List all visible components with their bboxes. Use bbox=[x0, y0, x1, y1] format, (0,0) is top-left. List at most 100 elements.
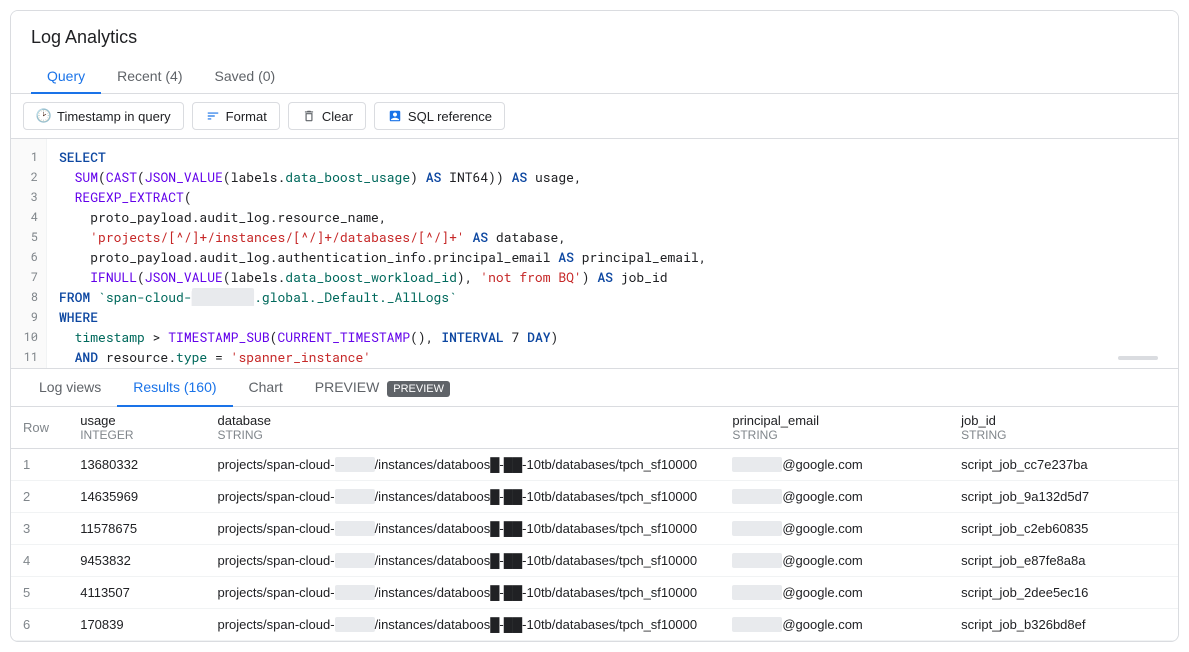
line-num-12: 12 bbox=[11, 367, 46, 369]
results-tbody: 113680332projects/span-cloud- /instances… bbox=[11, 449, 1178, 641]
cell-email: @google.com bbox=[720, 449, 949, 481]
app-title: Log Analytics bbox=[31, 27, 1158, 48]
code-line-5: 'projects/[^/]+/instances/[^/]+/database… bbox=[59, 227, 1166, 247]
code-line-4: proto_payload.audit_log.resource_name, bbox=[59, 207, 1166, 227]
code-line-2: SUM(CAST(JSON_VALUE(labels.data_boost_us… bbox=[59, 167, 1166, 187]
sql-reference-button-label: SQL reference bbox=[408, 109, 492, 124]
cell-database: projects/span-cloud- /instances/databoos… bbox=[206, 545, 721, 577]
app-header: Log Analytics Query Recent (4) Saved (0) bbox=[11, 11, 1178, 94]
cell-jobid: script_job_c2eb60835 bbox=[949, 513, 1178, 545]
query-lines: 1 2 3 4 5 6 7 8 9 10 11 12 13 SELECT SUM… bbox=[11, 139, 1178, 369]
line-num-2: 2 bbox=[11, 167, 46, 187]
results-tabs: Log views Results (160) Chart PREVIEW PR… bbox=[11, 369, 1178, 407]
tab-results[interactable]: Results (160) bbox=[117, 369, 232, 407]
results-section: Log views Results (160) Chart PREVIEW PR… bbox=[11, 369, 1178, 641]
query-editor[interactable]: 1 2 3 4 5 6 7 8 9 10 11 12 13 SELECT SUM… bbox=[11, 139, 1178, 369]
cell-row-num: 4 bbox=[11, 545, 68, 577]
preview-badge: PREVIEW bbox=[387, 381, 450, 397]
line-num-6: 6 bbox=[11, 247, 46, 267]
table-row: 49453832projects/span-cloud- /instances/… bbox=[11, 545, 1178, 577]
line-num-10: 10 bbox=[11, 327, 46, 347]
timestamp-button-label: Timestamp in query bbox=[57, 109, 171, 124]
cell-usage: 4113507 bbox=[68, 577, 205, 609]
clear-button[interactable]: Clear bbox=[288, 102, 366, 130]
cell-database: projects/span-cloud- /instances/databoos… bbox=[206, 449, 721, 481]
code-line-3: REGEXP_EXTRACT( bbox=[59, 187, 1166, 207]
line-num-5: 5 bbox=[11, 227, 46, 247]
format-button-label: Format bbox=[226, 109, 267, 124]
results-table: Row usageINTEGER databaseSTRING principa… bbox=[11, 407, 1178, 641]
trash-icon bbox=[301, 108, 317, 124]
col-header-jobid: job_idSTRING bbox=[949, 407, 1178, 449]
line-num-1: 1 bbox=[11, 147, 46, 167]
cell-email: @google.com bbox=[720, 513, 949, 545]
cell-database: projects/span-cloud- /instances/databoos… bbox=[206, 513, 721, 545]
main-tabs: Query Recent (4) Saved (0) bbox=[31, 60, 1158, 93]
table-row: 113680332projects/span-cloud- /instances… bbox=[11, 449, 1178, 481]
code-line-11: AND resource.type = 'spanner_instance' bbox=[59, 347, 1166, 367]
cell-usage: 11578675 bbox=[68, 513, 205, 545]
line-num-7: 7 bbox=[11, 267, 46, 287]
code-line-7: IFNULL(JSON_VALUE(labels.data_boost_work… bbox=[59, 267, 1166, 287]
cell-jobid: script_job_2dee5ec16 bbox=[949, 577, 1178, 609]
format-icon bbox=[205, 108, 221, 124]
code-line-9: WHERE bbox=[59, 307, 1166, 327]
cell-database: projects/span-cloud- /instances/databoos… bbox=[206, 577, 721, 609]
tab-query[interactable]: Query bbox=[31, 60, 101, 94]
tab-chart[interactable]: Chart bbox=[233, 369, 299, 407]
code-line-8: FROM `span-cloud-████████.global._Defaul… bbox=[59, 287, 1166, 307]
clock-icon: 🕑 bbox=[36, 108, 52, 124]
cell-email: @google.com bbox=[720, 609, 949, 641]
line-num-9: 9 bbox=[11, 307, 46, 327]
cell-email: @google.com bbox=[720, 481, 949, 513]
clear-button-label: Clear bbox=[322, 109, 353, 124]
timestamp-button[interactable]: 🕑 Timestamp in query bbox=[23, 102, 184, 130]
cell-email: @google.com bbox=[720, 577, 949, 609]
preview-label: PREVIEW bbox=[315, 379, 380, 395]
cell-row-num: 6 bbox=[11, 609, 68, 641]
code-line-12: AND JSON_VALUE(labels.data_boost_usage) … bbox=[59, 367, 1166, 369]
line-num-3: 3 bbox=[11, 187, 46, 207]
table-row: 54113507projects/span-cloud- /instances/… bbox=[11, 577, 1178, 609]
scrollbar bbox=[1118, 356, 1158, 360]
table-row: 6170839projects/span-cloud- /instances/d… bbox=[11, 609, 1178, 641]
cell-jobid: script_job_cc7e237ba bbox=[949, 449, 1178, 481]
cell-usage: 13680332 bbox=[68, 449, 205, 481]
cell-email: @google.com bbox=[720, 545, 949, 577]
line-num-8: 8 bbox=[11, 287, 46, 307]
tab-log-views[interactable]: Log views bbox=[23, 369, 117, 407]
code-line-6: proto_payload.audit_log.authentication_i… bbox=[59, 247, 1166, 267]
table-row: 311578675projects/span-cloud- /instances… bbox=[11, 513, 1178, 545]
cell-database: projects/span-cloud- /instances/databoos… bbox=[206, 609, 721, 641]
cell-row-num: 2 bbox=[11, 481, 68, 513]
cell-row-num: 3 bbox=[11, 513, 68, 545]
format-button[interactable]: Format bbox=[192, 102, 280, 130]
cell-jobid: script_job_9a132d5d7 bbox=[949, 481, 1178, 513]
sql-reference-button[interactable]: SQL reference bbox=[374, 102, 505, 130]
cell-row-num: 1 bbox=[11, 449, 68, 481]
line-numbers: 1 2 3 4 5 6 7 8 9 10 11 12 13 bbox=[11, 139, 47, 369]
tab-recent[interactable]: Recent (4) bbox=[101, 60, 198, 94]
col-header-usage: usageINTEGER bbox=[68, 407, 205, 449]
code-content: SELECT SUM(CAST(JSON_VALUE(labels.data_b… bbox=[47, 139, 1178, 369]
cell-row-num: 5 bbox=[11, 577, 68, 609]
cell-jobid: script_job_e87fe8a8a bbox=[949, 545, 1178, 577]
cell-usage: 9453832 bbox=[68, 545, 205, 577]
cell-jobid: script_job_b326bd8ef bbox=[949, 609, 1178, 641]
col-header-database: databaseSTRING bbox=[206, 407, 721, 449]
query-toolbar: 🕑 Timestamp in query Format Clear SQL re… bbox=[11, 94, 1178, 139]
code-line-1: SELECT bbox=[59, 147, 1166, 167]
tab-saved[interactable]: Saved (0) bbox=[198, 60, 291, 94]
cell-usage: 14635969 bbox=[68, 481, 205, 513]
table-row: 214635969projects/span-cloud- /instances… bbox=[11, 481, 1178, 513]
cell-usage: 170839 bbox=[68, 609, 205, 641]
tab-preview[interactable]: PREVIEW PREVIEW bbox=[299, 369, 466, 407]
results-table-wrapper: Row usageINTEGER databaseSTRING principa… bbox=[11, 407, 1178, 641]
app-container: Log Analytics Query Recent (4) Saved (0)… bbox=[10, 10, 1179, 642]
table-header-row: Row usageINTEGER databaseSTRING principa… bbox=[11, 407, 1178, 449]
sql-icon bbox=[387, 108, 403, 124]
line-num-4: 4 bbox=[11, 207, 46, 227]
col-header-email: principal_emailSTRING bbox=[720, 407, 949, 449]
col-header-row: Row bbox=[11, 407, 68, 449]
cell-database: projects/span-cloud- /instances/databoos… bbox=[206, 481, 721, 513]
